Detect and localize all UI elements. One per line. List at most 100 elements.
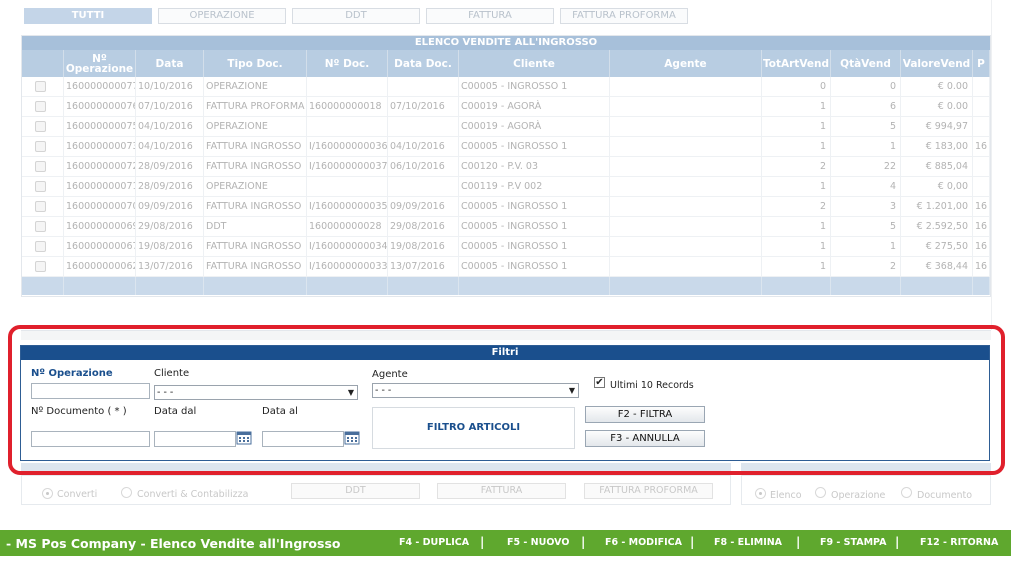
cell-cliente: C00005 - INGROSSO 1 (459, 217, 610, 236)
data-al-input[interactable] (262, 431, 344, 447)
cell-agente (610, 177, 762, 196)
calendar-icon[interactable] (236, 431, 252, 445)
table-row[interactable]: 160000000077 10/10/2016 OPERAZIONE C00005 -… (22, 77, 990, 97)
column-header-cliente[interactable]: Cliente (459, 50, 610, 77)
duplica-key[interactable]: F4 - DUPLICA (399, 537, 469, 548)
row-checkbox[interactable] (35, 201, 46, 212)
cell-p (973, 117, 990, 136)
cell-qta-vend: 6 (831, 97, 901, 116)
cell-data: 10/10/2016 (136, 77, 204, 96)
cell-n-doc: 160000000028 (307, 217, 388, 236)
table-row[interactable]: 160000000067 19/08/2016 FATTURA INGROSSO I/… (22, 237, 990, 257)
filtra-button[interactable]: F2 - FILTRA (585, 406, 705, 423)
tab-ddt[interactable]: DDT (292, 8, 420, 24)
annulla-button[interactable]: F3 - ANNULLA (585, 430, 705, 447)
column-header-tot-art-vend[interactable]: TotArtVend (762, 50, 831, 77)
row-checkbox[interactable] (35, 141, 46, 152)
cell-n-doc: 160000000018 (307, 97, 388, 116)
column-header-qta-vend[interactable]: QtàVend (831, 50, 901, 77)
tab-fattura[interactable]: FATTURA (426, 8, 554, 24)
footer-cell (204, 277, 307, 295)
n-operazione-label: Nº Operazione (31, 368, 113, 379)
filtro-articoli-button[interactable]: FILTRO ARTICOLI (372, 407, 575, 449)
ritorna-key[interactable]: F12 - RITORNA (920, 537, 998, 548)
ultimi-label: Ultimi 10 Records (610, 380, 694, 391)
tab-operazione[interactable]: OPERAZIONE (158, 8, 286, 24)
documento-radio[interactable] (901, 487, 912, 498)
agente-select[interactable]: - - - ▼ (372, 383, 579, 398)
row-checkbox[interactable] (35, 261, 46, 272)
cell-n-doc (307, 177, 388, 196)
agente-label: Agente (372, 369, 408, 380)
fattura-proforma-button[interactable]: FATTURA PROFORMA (584, 483, 713, 499)
cell-qta-vend: 5 (831, 217, 901, 236)
table-row[interactable]: 160000000075 04/10/2016 OPERAZIONE C00019 -… (22, 117, 990, 137)
horizontal-scrollbar[interactable] (21, 330, 991, 340)
column-header-data-doc[interactable]: Data Doc. (388, 50, 459, 77)
nuovo-key[interactable]: F5 - NUOVO (507, 537, 569, 548)
elenco-radio[interactable] (755, 488, 766, 499)
cell-agente (610, 117, 762, 136)
cell-tot-art-vend: 1 (762, 177, 831, 196)
column-header-valore-vend[interactable]: ValoreVend (901, 50, 973, 77)
converti-radio[interactable] (42, 488, 53, 499)
cell-valore-vend: € 183,00 (901, 137, 973, 156)
modifica-key[interactable]: F6 - MODIFICA (605, 537, 682, 548)
cell-cliente: C00005 - INGROSSO 1 (459, 77, 610, 96)
column-header-tipo-doc[interactable]: Tipo Doc. (204, 50, 307, 77)
table-row[interactable]: 160000000070 09/09/2016 FATTURA INGROSSO I/… (22, 197, 990, 217)
cell-p: 16 (973, 217, 990, 236)
tab-fattura-proforma[interactable]: FATTURA PROFORMA (560, 8, 688, 24)
row-select-cell (22, 217, 64, 236)
table-row[interactable]: 160000000069 29/08/2016 DDT 160000000028 29/… (22, 217, 990, 237)
n-operazione-input[interactable] (31, 383, 150, 399)
elimina-key[interactable]: F8 - ELIMINA (714, 537, 782, 548)
cell-n-doc: I/160000000036 (307, 137, 388, 156)
table-row[interactable]: 160000000073 04/10/2016 FATTURA INGROSSO I/… (22, 137, 990, 157)
cell-cliente: C00005 - INGROSSO 1 (459, 137, 610, 156)
row-checkbox[interactable] (35, 81, 46, 92)
column-header-agente[interactable]: Agente (610, 50, 762, 77)
n-documento-input[interactable] (31, 431, 150, 447)
key-separator: | (796, 535, 801, 549)
n-documento-label: Nº Documento ( * ) (31, 406, 127, 417)
column-header-data[interactable]: Data (136, 50, 204, 77)
table-row[interactable]: 160000000072 28/09/2016 FATTURA INGROSSO I/… (22, 157, 990, 177)
ultimi-checkbox[interactable]: ✔ (594, 377, 605, 388)
operazione-radio[interactable] (815, 487, 826, 498)
table-row[interactable]: 160000000076 07/10/2016 FATTURA PROFORMA 16… (22, 97, 990, 117)
column-header-p[interactable]: P (973, 50, 990, 77)
stampa-key[interactable]: F9 - STAMPA (820, 537, 887, 548)
data-dal-input[interactable] (154, 431, 236, 447)
row-checkbox[interactable] (35, 101, 46, 112)
row-checkbox[interactable] (35, 161, 46, 172)
cell-n-operazione: 160000000072 (64, 157, 136, 176)
cell-agente (610, 257, 762, 276)
row-checkbox[interactable] (35, 121, 46, 132)
vertical-scrollbar[interactable] (991, 0, 1011, 330)
cell-qta-vend: 3 (831, 197, 901, 216)
cell-valore-vend: € 994,97 (901, 117, 973, 136)
row-checkbox[interactable] (35, 221, 46, 232)
cell-tot-art-vend: 1 (762, 257, 831, 276)
calendar-icon[interactable] (344, 431, 360, 445)
cell-tipo-doc: FATTURA INGROSSO (204, 237, 307, 256)
fattura-button[interactable]: FATTURA (437, 483, 566, 499)
cell-tipo-doc: FATTURA INGROSSO (204, 157, 307, 176)
converti-contabilizza-radio[interactable] (121, 487, 132, 498)
footer-cell (610, 277, 762, 295)
cell-agente (610, 97, 762, 116)
ddt-button[interactable]: DDT (291, 483, 420, 499)
grid-header: Nº Operazione Data Tipo Doc. Nº Doc. Data Do… (22, 50, 990, 77)
row-checkbox[interactable] (35, 241, 46, 252)
cliente-select[interactable]: - - - ▼ (154, 385, 358, 400)
cell-agente (610, 77, 762, 96)
column-header-n-doc[interactable]: Nº Doc. (307, 50, 388, 77)
row-checkbox[interactable] (35, 181, 46, 192)
row-select-cell (22, 177, 64, 196)
tab-tutti[interactable]: TUTTI (24, 8, 152, 24)
table-row[interactable]: 160000000071 28/09/2016 OPERAZIONE C00119 -… (22, 177, 990, 197)
table-row[interactable]: 160000000062 13/07/2016 FATTURA INGROSSO I/… (22, 257, 990, 277)
cell-tipo-doc: FATTURA INGROSSO (204, 257, 307, 276)
column-header-n-operazione[interactable]: Nº Operazione (64, 50, 136, 77)
